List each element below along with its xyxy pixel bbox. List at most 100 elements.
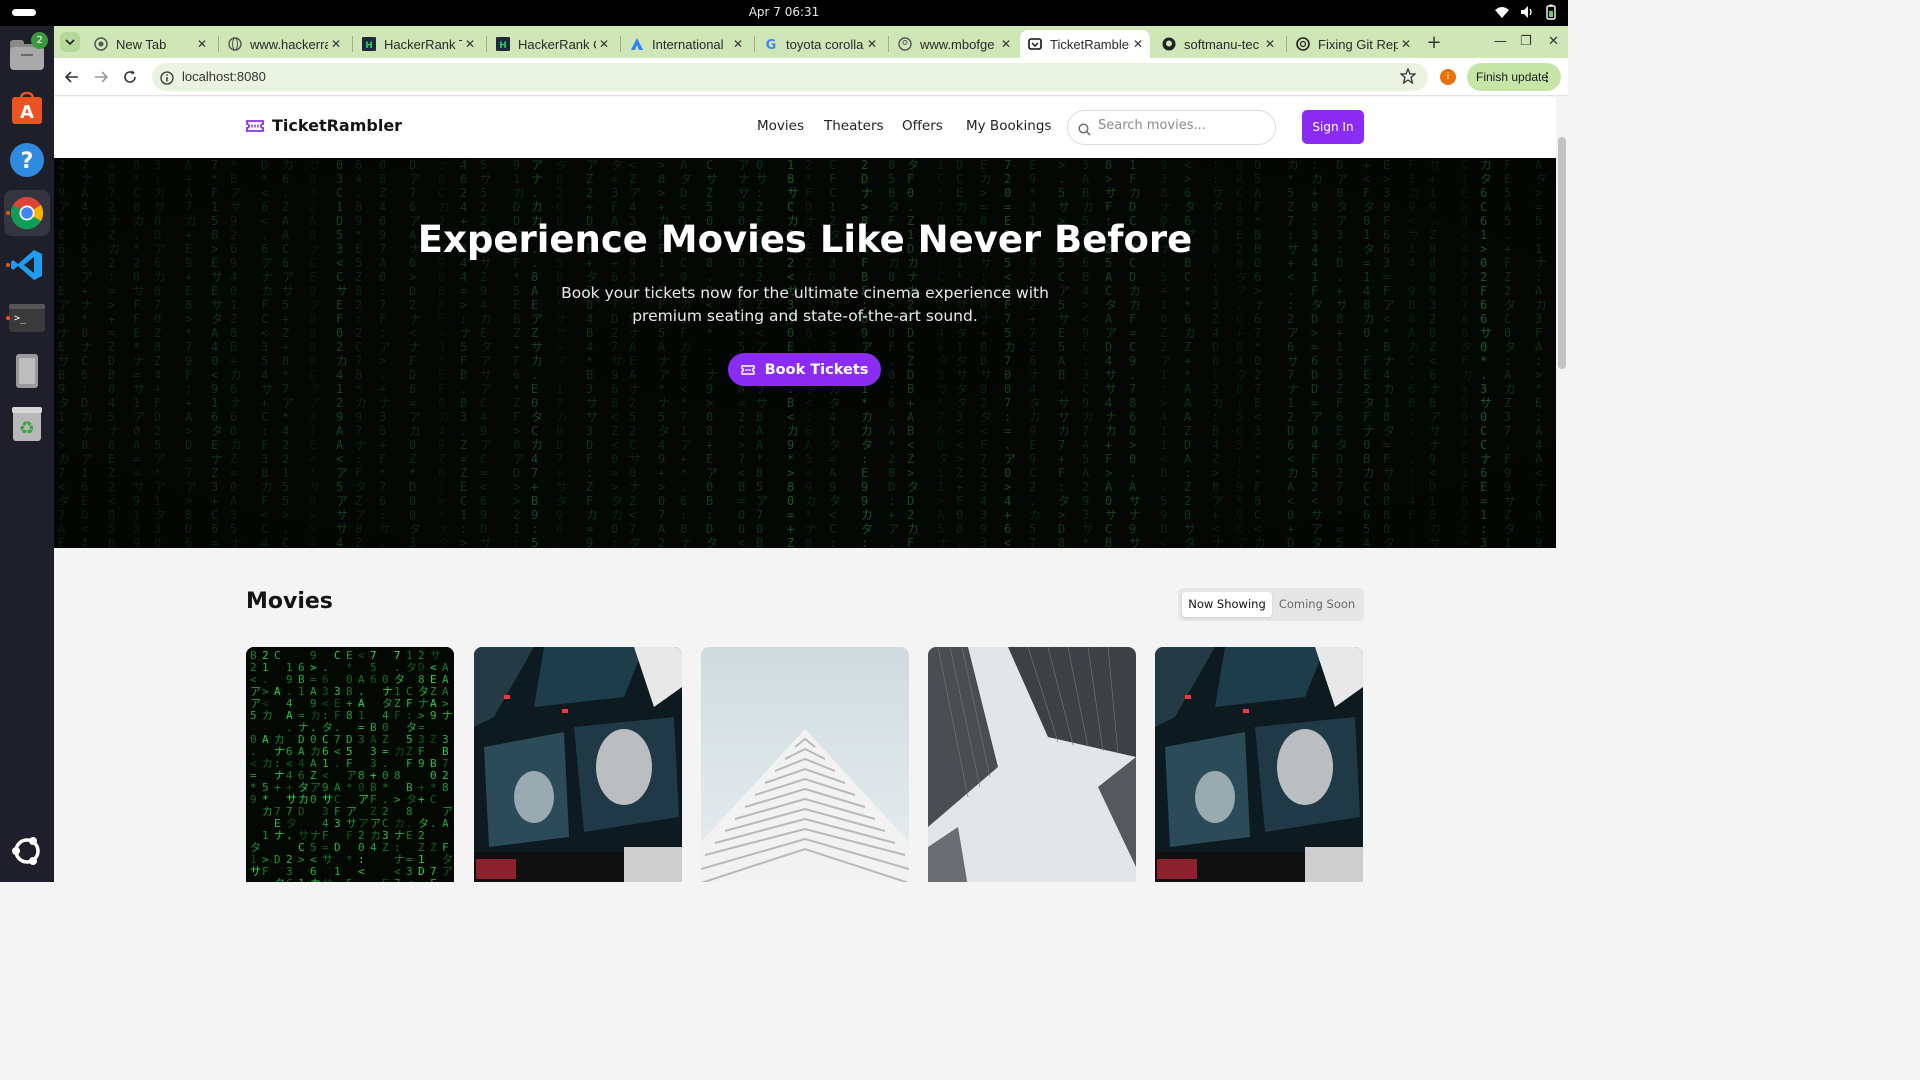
svg-text:ア: ア [358,793,369,806]
svg-text:.: . [262,877,269,882]
svg-text:D: D [334,841,341,854]
dock-files[interactable]: 2 [4,32,50,78]
finish-update-button[interactable]: Finish update ⋮ [1467,63,1561,91]
close-icon[interactable]: ✕ [864,37,880,51]
svg-text:C: C [274,649,281,662]
dock-device[interactable] [4,348,50,394]
nav-movies[interactable]: Movies [757,118,804,134]
dock-chrome[interactable] [4,190,50,236]
movie-card[interactable] [1155,647,1363,882]
nav-my-bookings[interactable]: My Bookings [966,118,1051,134]
browser-tab[interactable]: www.mbofge ✕ [890,30,1018,58]
svg-text:♻: ♻ [19,418,35,439]
tab-title: www.hackerrank [250,36,328,52]
page-viewport: TicketRambler Movies Theaters Offers My … [54,97,1568,882]
svg-text:6: 6 [370,673,377,686]
new-tab-button[interactable]: + [1424,32,1444,53]
nav-offers[interactable]: Offers [902,118,943,134]
scrollbar-thumb[interactable] [1558,137,1566,369]
browser-tab-active[interactable]: TicketRambler ✕ [1020,30,1150,58]
tab-coming-soon[interactable]: Coming Soon [1274,592,1360,617]
maximize-button[interactable]: ❐ [1520,34,1532,49]
brand-name: TicketRambler [272,116,403,135]
svg-text:タ: タ [274,877,285,882]
close-icon[interactable]: ✕ [194,37,210,51]
ubuntu-logo-icon [12,837,40,865]
browser-tab[interactable]: softmanu-tec ✕ [1154,30,1282,58]
dock-trash[interactable]: ♻ [4,401,50,447]
browser-tab[interactable]: New Tab ✕ [86,30,214,58]
svg-text:サ: サ [322,877,333,882]
dock: 2 A ? >_ ♻ [0,26,54,882]
window-close-button[interactable]: ✕ [1548,34,1559,49]
dock-app-center[interactable]: A [4,85,50,131]
book-tickets-label: Book Tickets [764,361,869,378]
site-info-icon[interactable] [160,70,174,89]
system-clock[interactable]: Apr 7 06:31 [0,5,1568,19]
svg-text:8: 8 [346,709,353,722]
url-text[interactable]: localhost:8080 [182,69,266,84]
globe-icon [228,37,242,51]
close-icon[interactable]: ✕ [462,37,478,51]
book-tickets-button[interactable]: Book Tickets [728,353,881,386]
close-icon[interactable]: ✕ [998,37,1014,51]
svg-text:Z: Z [430,733,437,746]
reload-button[interactable] [121,68,139,86]
browser-tab[interactable]: Fixing Git Rep ✕ [1288,30,1418,58]
movie-card[interactable]: B2<アア50.<=*9タ1サ21.><カAカ5*カ1>F.CAカナ:ナ+7Eナ… [246,647,454,882]
svg-text:サ: サ [250,865,261,878]
svg-text:D: D [274,853,281,866]
svg-text:ナ: ナ [442,709,453,722]
page-scrollbar[interactable] [1556,97,1568,882]
dock-help[interactable]: ? [4,137,50,183]
nav-theaters[interactable]: Theaters [824,118,884,134]
movie-card[interactable] [474,647,682,882]
close-icon[interactable]: ✕ [596,37,612,51]
tab-search-button[interactable] [60,32,80,52]
svg-text:A: A [442,817,449,830]
close-icon[interactable]: ✕ [1398,37,1414,51]
svg-text:E: E [406,829,413,842]
ticket-icon [1028,37,1042,51]
close-icon[interactable]: ✕ [730,37,746,51]
tab-title: TicketRambler [1050,36,1130,52]
svg-text:F: F [346,829,353,842]
browser-tab[interactable]: International ✕ [622,30,750,58]
svg-text:>: > [394,793,401,806]
dock-terminal[interactable]: >_ [4,295,50,341]
browser-tab[interactable]: H HackerRank Tr ✕ [354,30,482,58]
arrow-right-icon [95,71,108,83]
minimize-button[interactable]: — [1494,34,1507,49]
system-tray[interactable] [1494,4,1558,20]
address-bar[interactable]: localhost:8080 [152,63,1428,91]
profile-avatar[interactable]: i [1440,69,1456,85]
svg-text:7: 7 [394,877,401,882]
svg-text:C: C [286,877,293,882]
svg-text:Z: Z [430,841,437,854]
forward-button[interactable] [92,68,110,86]
svg-text:カ: カ [262,805,273,818]
search-input[interactable] [1098,118,1268,133]
movie-card[interactable] [701,647,909,882]
google-icon: G [764,37,778,51]
tab-now-showing[interactable]: Now Showing [1182,592,1272,617]
sign-in-button[interactable]: Sign In [1302,110,1364,144]
brand-logo[interactable]: TicketRambler [246,116,402,135]
close-icon[interactable]: ✕ [328,37,344,51]
bookmark-star-icon[interactable] [1399,67,1417,88]
browser-tab[interactable]: G toyota corolla ✕ [756,30,884,58]
browser-tab[interactable]: H HackerRank Ce ✕ [488,30,616,58]
svg-text:3: 3 [358,733,365,746]
reload-icon [124,70,136,83]
browser-tab[interactable]: www.hackerrank ✕ [220,30,348,58]
svg-text:1: 1 [298,877,305,882]
close-icon[interactable]: ✕ [1262,37,1278,51]
dock-show-apps[interactable] [4,828,50,874]
ticket-icon [740,364,755,375]
close-icon[interactable]: ✕ [1130,37,1146,51]
svg-text:5: 5 [250,709,257,722]
movie-card[interactable] [928,647,1136,882]
back-button[interactable] [63,68,81,86]
dock-vscode[interactable] [4,242,50,288]
svg-text:1: 1 [298,685,305,698]
